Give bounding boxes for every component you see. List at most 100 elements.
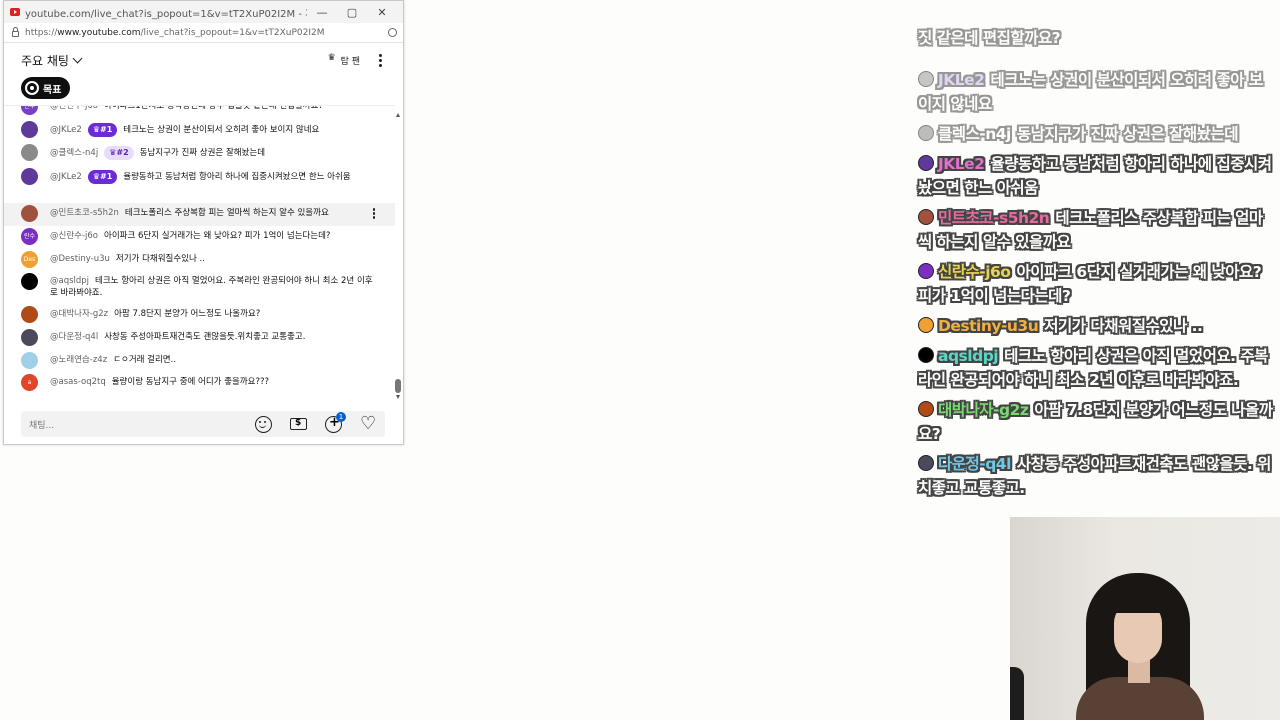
add-icon[interactable]: 1: [325, 411, 346, 433]
message-body: @대박나자-g2z 아팜 7.8단지 분양가 어느정도 나올까요?: [50, 308, 378, 320]
message-author[interactable]: @신란수-j6o: [50, 231, 98, 241]
scrollbar[interactable]: [395, 113, 401, 399]
chat-message[interactable]: Des @Destiny-u3u 저기가 다채워질수있나 ..: [4, 251, 395, 268]
close-button[interactable]: ✕: [367, 6, 397, 19]
overlay-message: 민트초코-s5h2n 테크노폴리스 주상복합 피는 얼마씩 하는지 알수 있을까요: [918, 206, 1274, 254]
overlay-avatar: [918, 209, 934, 225]
message-author[interactable]: @신란수-j6o: [50, 106, 98, 111]
chat-message[interactable]: @aqsldpj 테크노 항아리 상권은 아직 멀었어요. 주복라인 완공되어야 …: [4, 273, 395, 299]
chat-message[interactable]: @클렉스-n4j ♛#2 동남지구가 진짜 상권은 잘해놨는데: [4, 144, 395, 161]
crown-icon: [328, 53, 338, 64]
message-text: 아팜 7.8단지 분양가 어느정도 나올까요?: [114, 309, 261, 319]
goal-bar: 목표: [4, 77, 403, 103]
message-body: @Destiny-u3u 저기가 다채워질수있나 ..: [50, 253, 378, 265]
avatar[interactable]: 란수: [21, 106, 38, 115]
chat-input-bar: 채팅... 1: [21, 411, 385, 437]
message-body: @asas-oq2tq 율량이랑 동남지구 중에 어디가 좋을까요???: [50, 376, 378, 388]
overlay-avatar: [918, 263, 934, 279]
body-shape: [1076, 677, 1204, 720]
message-author[interactable]: @노래연습-z4z: [50, 355, 107, 365]
message-menu-icon[interactable]: [370, 207, 378, 219]
message-author[interactable]: @대박나자-g2z: [50, 309, 108, 319]
overlay-avatar: [918, 347, 934, 363]
overlay-avatar: [918, 155, 934, 171]
avatar[interactable]: [21, 273, 38, 290]
avatar[interactable]: [21, 205, 38, 222]
overlay-message: 다운정-q4l 사창동 주성아파트재건축도 괜않을듯. 위치좋고 교통좋고.: [918, 452, 1274, 500]
message-author[interactable]: @클렉스-n4j: [50, 148, 98, 158]
message-text: 테크노 항아리 상권은 아직 멀었어요. 주복라인 완공되어야 하니 최소 2년…: [50, 276, 373, 298]
overlay-message: 클렉스-n4j 동남지구가 진짜 상권은 잘해놨는데: [918, 122, 1274, 146]
url-text[interactable]: https://www.youtube.com/live_chat?is_pop…: [25, 28, 388, 38]
live-chat-popout-window: youtube.com/live_chat?is_popout=1&v=tT2X…: [3, 0, 404, 445]
lock-icon: [12, 27, 19, 37]
chat-message[interactable]: 란수 @신란수-j6o 아이파크 6단지 실거래가는 왜 낮아요? 피가 1억이 넘…: [4, 228, 395, 245]
message-list[interactable]: 란수 @신란수-j6o 아이파크1단지도 상각층인데 상부 컵들갓 같은데 편집할까…: [4, 105, 395, 397]
scroll-thumb[interactable]: [395, 379, 401, 393]
chat-input[interactable]: 채팅...: [29, 418, 237, 431]
message-author[interactable]: @JKLe2: [50, 172, 82, 182]
overlay-author: 대박나자-g2z: [938, 401, 1029, 419]
chat-message[interactable]: @민트초코-s5h2n 테크노폴리스 주상복합 피는 얼마씩 하는지 알수 있을까…: [4, 203, 395, 226]
scroll-down-icon[interactable]: [396, 395, 400, 399]
goal-button[interactable]: 목표: [21, 77, 71, 99]
message-author[interactable]: @aqsldpj: [50, 276, 89, 286]
overlay-author: 민트초코-s5h2n: [938, 209, 1050, 227]
avatar[interactable]: Des: [21, 251, 38, 268]
maximize-button[interactable]: ▢: [337, 6, 367, 19]
message-author[interactable]: @Destiny-u3u: [50, 254, 110, 264]
message-body: @JKLe2 ♛#1 테크노는 상권이 분산이되서 오히려 좋아 보이지 않네요: [50, 123, 378, 137]
scroll-up-icon[interactable]: [396, 113, 400, 117]
top-fans-button[interactable]: 탑 팬: [328, 53, 360, 67]
chat-message[interactable]: @노래연습-z4z ㄷㅇ거래 걸리면..: [4, 352, 395, 369]
super-chat-icon[interactable]: [290, 418, 307, 430]
message-body: @클렉스-n4j ♛#2 동남지구가 진짜 상권은 잘해놨는데: [50, 146, 378, 160]
top-fan-badge: ♛#1: [87, 123, 118, 137]
avatar[interactable]: [21, 121, 38, 138]
overlay-author: Destiny-u3u: [938, 317, 1039, 335]
overlay-avatar: [918, 455, 934, 471]
zoom-icon[interactable]: [388, 28, 397, 37]
message-body: @노래연습-z4z ㄷㅇ거래 걸리면..: [50, 354, 378, 366]
avatar[interactable]: [21, 144, 38, 161]
chat-message[interactable]: @JKLe2 ♛#1 율량동하고 동남처럼 항아리 하나에 집중시켜놨으면 한느 아…: [4, 168, 395, 185]
url-prefix: https://: [25, 27, 58, 38]
avatar[interactable]: a: [21, 374, 38, 391]
avatar[interactable]: [21, 329, 38, 346]
overlay-author: JKLe2: [938, 71, 985, 89]
chat-mode-dropdown[interactable]: 주요 채팅: [21, 52, 328, 69]
window-titlebar[interactable]: youtube.com/live_chat?is_popout=1&v=tT2X…: [4, 1, 403, 23]
webcam-feed: [1010, 517, 1280, 720]
message-author[interactable]: @민트초코-s5h2n: [50, 208, 119, 218]
chat-message[interactable]: @JKLe2 ♛#1 테크노는 상권이 분산이되서 오히려 좋아 보이지 않네요: [4, 121, 395, 138]
overlay-text: 저기가 다채워질수있나 ..: [1044, 317, 1203, 335]
overlay-text: 짓 같은데 편집할까요?: [918, 29, 1061, 47]
message-body: @민트초코-s5h2n 테크노폴리스 주상복합 피는 얼마씩 하는지 알수 있을까…: [50, 207, 370, 219]
chat-message[interactable]: @다운정-q4l 사창동 주성아파트재건축도 괜않을듯.위치좋고 교통좋고.: [4, 329, 395, 346]
message-text: 저기가 다채워질수있나 ..: [115, 254, 205, 264]
message-text: 율량동하고 동남처럼 항아리 하나에 집중시켜놨으면 한느 아쉬움: [123, 172, 351, 182]
chevron-down-icon: [72, 53, 83, 63]
address-bar[interactable]: https://www.youtube.com/live_chat?is_pop…: [4, 23, 403, 43]
message-author[interactable]: @다운정-q4l: [50, 332, 98, 342]
url-host: www.youtube.com: [57, 27, 141, 38]
more-options-icon[interactable]: [374, 53, 386, 67]
top-fan-badge: ♛#1: [87, 170, 118, 184]
chat-message[interactable]: a @asas-oq2tq 율량이랑 동남지구 중에 어디가 좋을까요???: [4, 374, 395, 391]
overlay-author: aqsldpj: [938, 347, 999, 365]
message-author[interactable]: @asas-oq2tq: [50, 377, 106, 387]
heart-icon[interactable]: [360, 413, 377, 434]
emoji-icon[interactable]: [255, 415, 272, 433]
chat-message[interactable]: 란수 @신란수-j6o 아이파크1단지도 상각층인데 상부 컵들갓 같은데 편집할까…: [4, 106, 395, 115]
avatar[interactable]: [21, 306, 38, 323]
avatar[interactable]: 란수: [21, 228, 38, 245]
chat-message[interactable]: @대박나자-g2z 아팜 7.8단지 분양가 어느정도 나올까요?: [4, 306, 395, 323]
message-text: 아이파크 6단지 실거래가는 왜 낮아요? 피가 1억이 넘는다는데?: [104, 231, 331, 241]
message-author[interactable]: @JKLe2: [50, 125, 82, 135]
message-body: @신란수-j6o 아이파크 6단지 실거래가는 왜 낮아요? 피가 1억이 넘는다…: [50, 230, 378, 242]
avatar[interactable]: [21, 352, 38, 369]
overlay-author: 신란수-j6o: [938, 263, 1011, 281]
minimize-button[interactable]: —: [307, 6, 337, 19]
message-body: @JKLe2 ♛#1 율량동하고 동남처럼 항아리 하나에 집중시켜놨으면 한느 아…: [50, 170, 378, 184]
avatar[interactable]: [21, 168, 38, 185]
